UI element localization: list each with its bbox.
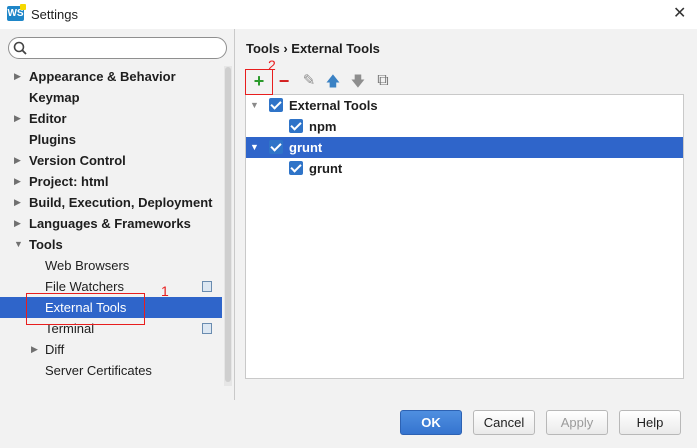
remove-icon[interactable]: − (273, 70, 295, 92)
annotation-label: 1 (161, 283, 169, 299)
breadcrumb-separator: › (283, 41, 288, 56)
webstorm-app-icon: WS (7, 4, 26, 21)
sidebar-item-label: Version Control (29, 153, 126, 168)
sidebar-item-languages-frameworks[interactable]: ▶ Languages & Frameworks (0, 213, 222, 234)
tool-group-label: grunt (289, 140, 323, 155)
breadcrumb-parent: Tools (246, 41, 280, 56)
help-button[interactable]: Help (619, 410, 681, 435)
sidebar-item-label: Languages & Frameworks (29, 216, 191, 231)
tool-group-row[interactable]: ▼ grunt (246, 137, 683, 158)
expand-arrow-icon[interactable]: ▶ (14, 171, 24, 192)
copy-icon (199, 323, 212, 337)
sidebar-item-version-control[interactable]: ▶ Version Control (0, 150, 222, 171)
checkbox-icon[interactable] (269, 140, 283, 154)
sidebar-item-diff[interactable]: ▶ Diff (0, 339, 222, 360)
expand-arrow-icon[interactable]: ▶ (14, 213, 24, 234)
tool-group-label: External Tools (289, 98, 378, 113)
checkbox-icon[interactable] (289, 161, 303, 175)
sidebar-item-build-execution-deployment[interactable]: ▶ Build, Execution, Deployment (0, 192, 222, 213)
search-field[interactable] (8, 37, 227, 59)
sidebar-item-project[interactable]: ▶ Project: html (0, 171, 222, 192)
tool-row[interactable]: grunt (246, 158, 683, 179)
sidebar-item-keymap[interactable]: Keymap (0, 87, 222, 108)
breadcrumb: Tools › External Tools (246, 41, 380, 56)
checkbox-icon[interactable] (269, 98, 283, 112)
collapse-arrow-icon[interactable]: ▼ (250, 95, 259, 116)
sidebar-item-label: Diff (45, 342, 65, 357)
copy-icon[interactable]: ⧉ (372, 70, 394, 92)
collapse-arrow-icon[interactable]: ▼ (14, 234, 24, 255)
external-tools-tree: ▼ External Tools npm ▼ grunt grunt (245, 94, 684, 379)
sidebar-item-tools[interactable]: ▼ Tools (0, 234, 222, 255)
settings-sidebar: ▶ Appearance & Behavior Keymap ▶ Editor … (0, 29, 235, 400)
move-up-icon[interactable]: 🡅 (322, 70, 344, 92)
sidebar-item-appearance-behavior[interactable]: ▶ Appearance & Behavior (0, 66, 222, 87)
sidebar-item-plugins[interactable]: Plugins (0, 129, 222, 150)
sidebar-item-web-browsers[interactable]: Web Browsers (0, 255, 222, 276)
sidebar-item-label: Tools (29, 237, 63, 252)
sidebar-item-server-certificates[interactable]: Server Certificates (0, 360, 222, 381)
search-icon (13, 41, 27, 55)
tool-row[interactable]: npm (246, 116, 683, 137)
checkbox-icon[interactable] (289, 119, 303, 133)
expand-arrow-icon[interactable]: ▶ (14, 192, 24, 213)
annotation-label: 2 (268, 57, 276, 73)
edit-icon[interactable]: ✎ (298, 70, 320, 92)
collapse-arrow-icon[interactable]: ▼ (250, 137, 259, 158)
annotation-box-external-tools (26, 293, 145, 325)
move-down-icon[interactable]: 🡇 (347, 70, 369, 92)
tool-label: npm (309, 119, 337, 134)
sidebar-item-label: Server Certificates (45, 363, 152, 378)
copy-icon (199, 281, 212, 295)
sidebar-item-label: Appearance & Behavior (29, 69, 176, 84)
tool-group-row[interactable]: ▼ External Tools (246, 95, 683, 116)
expand-arrow-icon[interactable]: ▶ (14, 66, 24, 87)
title-bar: WS Settings ✕ (0, 0, 697, 29)
sidebar-item-label: Editor (29, 111, 67, 126)
external-tools-toolbar: + − ✎ 🡅 🡇 ⧉ (246, 67, 684, 95)
sidebar-item-label: Plugins (29, 132, 76, 147)
sidebar-item-label: Build, Execution, Deployment (29, 195, 213, 210)
close-icon[interactable]: ✕ (673, 3, 686, 23)
sidebar-item-label: Project: html (29, 174, 109, 189)
expand-arrow-icon[interactable]: ▶ (14, 108, 24, 129)
apply-button[interactable]: Apply (546, 410, 608, 435)
breadcrumb-current: External Tools (291, 41, 380, 56)
expand-arrow-icon[interactable]: ▶ (31, 339, 41, 360)
ok-button[interactable]: OK (400, 410, 462, 435)
sidebar-scrollbar-thumb[interactable] (225, 67, 231, 382)
sidebar-item-editor[interactable]: ▶ Editor (0, 108, 222, 129)
window-title: Settings (31, 7, 78, 22)
cancel-button[interactable]: Cancel (473, 410, 535, 435)
expand-arrow-icon[interactable]: ▶ (14, 150, 24, 171)
sidebar-item-label: Keymap (29, 90, 80, 105)
sidebar-item-label: Web Browsers (45, 258, 130, 273)
tool-label: grunt (309, 161, 343, 176)
